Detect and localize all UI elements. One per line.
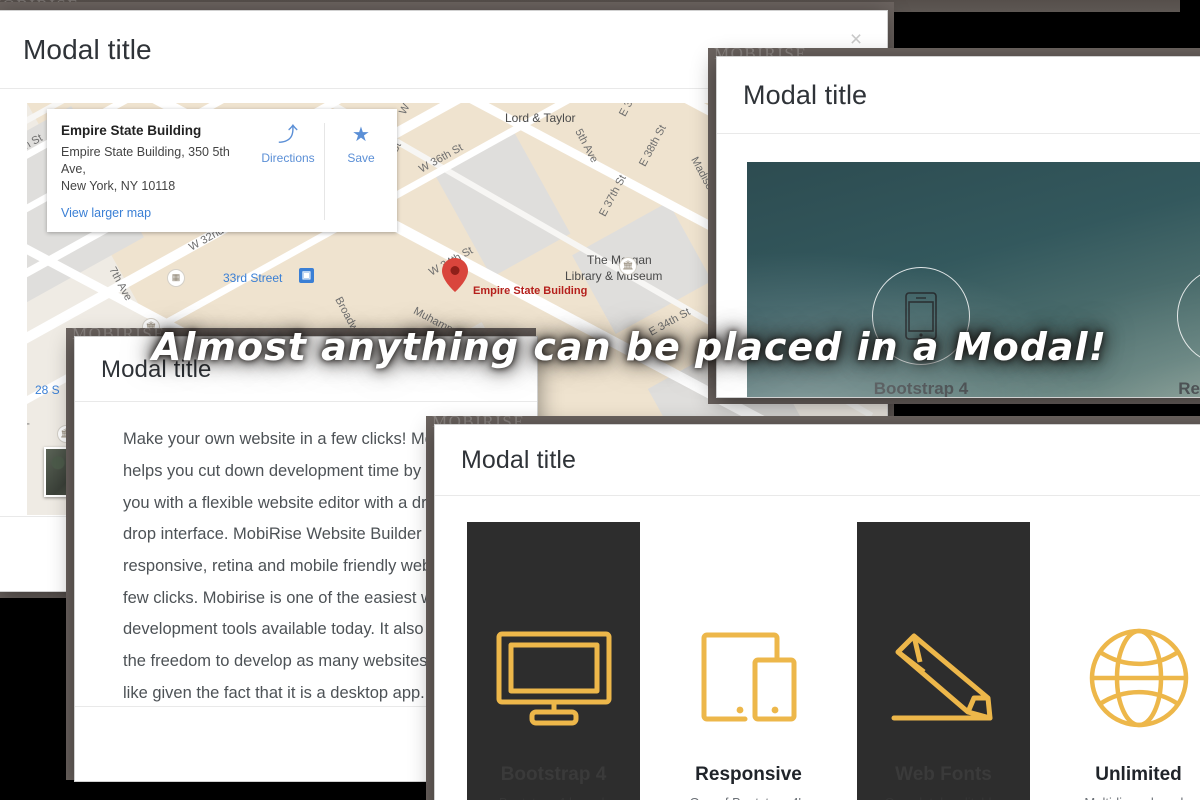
globe-icon bbox=[1089, 628, 1188, 727]
feature-card-icon-wrap bbox=[494, 614, 614, 742]
feature-card-subtitle: Bootstrap 4 based. bbox=[499, 794, 608, 800]
feature-card-title: Responsive bbox=[695, 763, 802, 785]
map-info-window: Empire State Building Empire State Build… bbox=[47, 108, 397, 233]
map-marker-label: Empire State Building bbox=[473, 284, 588, 297]
feature-card[interactable]: Web Fonts Completely editable. bbox=[857, 521, 1030, 800]
map-label[interactable]: 28 S bbox=[35, 383, 60, 397]
cards-modal-body: Bootstrap 4 Bootstrap 4 based. Responsiv… bbox=[435, 495, 1200, 800]
image-modal-title: Modal title bbox=[743, 80, 868, 110]
star-icon: ★ bbox=[352, 123, 370, 146]
feature-ring bbox=[872, 266, 970, 365]
photo-feature-caption: Bootstrap 4 bbox=[873, 378, 969, 398]
feature-card-icon-wrap bbox=[1087, 614, 1191, 742]
place-address: Empire State Building, 350 5th Ave, New … bbox=[61, 144, 238, 195]
map-label: Lord & Taylor bbox=[505, 110, 576, 125]
text-modal-header: Modal title bbox=[75, 337, 537, 403]
photo-feature-item: Bootstrap 4 Bootstrap 4 based. bbox=[841, 266, 1001, 398]
text-modal-title: Modal title bbox=[101, 356, 212, 383]
map-label: Library & Museum bbox=[565, 268, 663, 283]
feature-ring bbox=[1177, 266, 1200, 365]
feature-card[interactable]: Unlimited Multi-lingual ready. bbox=[1052, 521, 1200, 800]
directions-label: Directions bbox=[261, 150, 315, 165]
place-name: Empire State Building bbox=[61, 122, 202, 138]
view-larger-map-link[interactable]: View larger map bbox=[61, 206, 238, 220]
cards-modal: Modal title Bootstrap 4 Bootstrap 4 base… bbox=[434, 424, 1200, 800]
feature-card-icon-wrap bbox=[689, 614, 809, 742]
feature-card[interactable]: Responsive One of Bootstrap 4's bbox=[662, 521, 835, 800]
feature-card-subtitle: Multi-lingual ready. bbox=[1084, 794, 1192, 800]
photo-feature-item: Responsive One of Bootstrap 4's bbox=[1131, 266, 1200, 398]
feature-card-title: Unlimited bbox=[1095, 763, 1182, 785]
feature-card[interactable]: Bootstrap 4 Bootstrap 4 based. bbox=[467, 521, 640, 800]
museum-icon: 🏛 bbox=[619, 256, 637, 275]
pencil-icon bbox=[891, 633, 992, 720]
map-label[interactable]: 33rd Street bbox=[223, 271, 282, 285]
save-button[interactable]: ★ Save bbox=[324, 122, 397, 221]
feature-card-subtitle: One of Bootstrap 4's bbox=[689, 794, 807, 800]
tablet-phone-icon bbox=[701, 632, 796, 721]
image-modal-header: Modal title bbox=[717, 57, 1200, 134]
desktop-monitor-icon bbox=[496, 631, 611, 725]
image-modal-body: Bootstrap 4 Bootstrap 4 based. Responsiv… bbox=[717, 161, 1200, 398]
feature-card-icon-wrap bbox=[884, 614, 1004, 742]
feature-card-list: Bootstrap 4 Bootstrap 4 based. Responsiv… bbox=[435, 496, 1200, 800]
photo-feature-caption: Responsive bbox=[1178, 378, 1200, 398]
mobile-phone-icon bbox=[905, 291, 937, 340]
info-window-actions: ⤴ Directions ★ Save bbox=[252, 122, 397, 221]
feature-card-subtitle: Completely editable. bbox=[885, 794, 1003, 800]
feature-card-title: Bootstrap 4 bbox=[500, 763, 607, 785]
save-label: Save bbox=[347, 150, 375, 165]
map-marker-icon[interactable] bbox=[442, 257, 468, 292]
cards-modal-title: Modal title bbox=[461, 446, 577, 474]
hero-photo: Bootstrap 4 Bootstrap 4 based. Responsiv… bbox=[747, 161, 1200, 398]
map-label: IT bbox=[27, 421, 30, 435]
address-line-1: Empire State Building, 350 5th Ave, bbox=[61, 144, 230, 176]
rail-badge-icon[interactable]: ▣ bbox=[299, 267, 314, 283]
address-line-2: New York, NY 10118 bbox=[61, 178, 176, 193]
directions-icon: ⤴ bbox=[278, 123, 298, 146]
info-window-text: Empire State Building Empire State Build… bbox=[47, 123, 252, 221]
feature-card-title: Web Fonts bbox=[895, 763, 992, 785]
cards-modal-header: Modal title bbox=[435, 425, 1200, 496]
screenshot-stage: MOBIRISE Modal title × bbox=[0, 0, 1200, 800]
theater-icon: ▦ bbox=[167, 268, 185, 287]
directions-button[interactable]: ⤴ Directions bbox=[252, 123, 324, 221]
image-modal: Modal title Bootstrap 4 Bootstrap 4 base… bbox=[716, 56, 1200, 398]
